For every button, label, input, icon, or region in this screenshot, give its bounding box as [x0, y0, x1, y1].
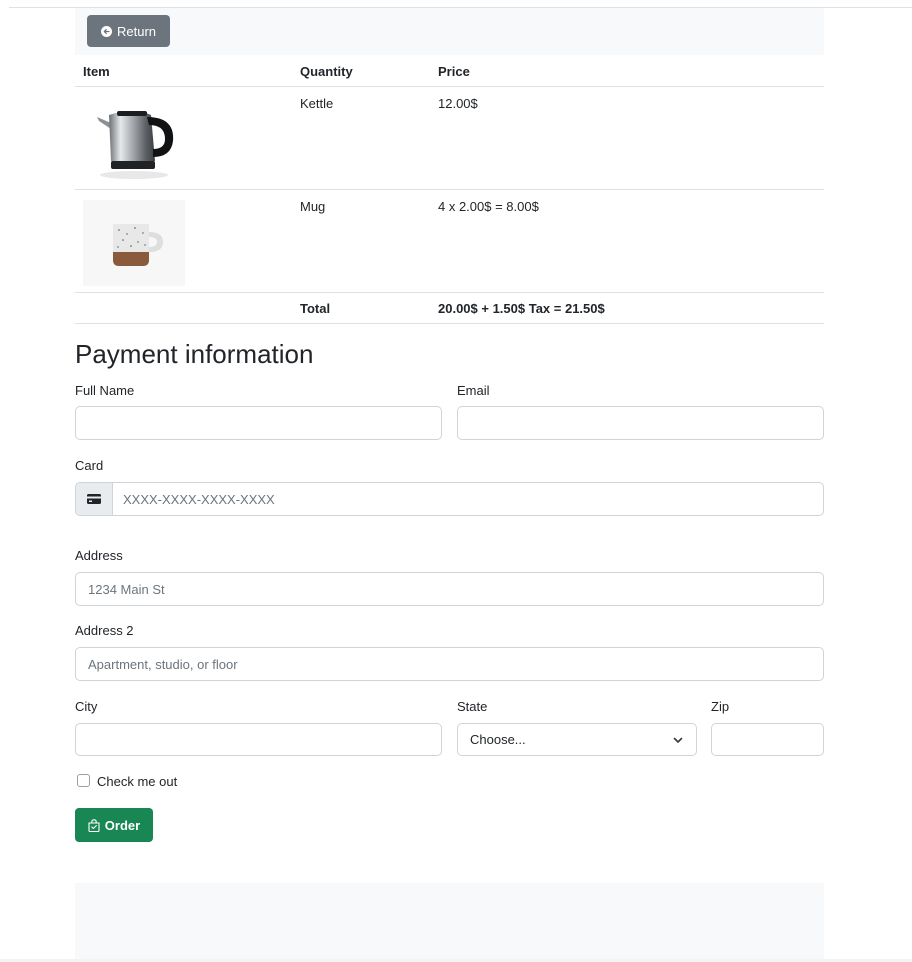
check-me-out-checkbox[interactable] [77, 774, 90, 787]
column-header-quantity: Quantity [300, 64, 353, 79]
email-label: Email [457, 383, 490, 398]
address-input[interactable] [75, 572, 824, 606]
table-divider [75, 292, 824, 293]
table-divider [75, 323, 824, 324]
total-label: Total [300, 301, 331, 316]
state-label: State [457, 699, 488, 714]
row-quantity: Kettle [300, 96, 334, 111]
header-bar [75, 8, 824, 55]
chevron-down-icon [673, 737, 683, 743]
state-select[interactable]: Choose... [457, 723, 697, 756]
column-header-price: Price [438, 64, 470, 79]
row-price: 4 x 2.00$ = 8.00$ [438, 199, 539, 214]
table-row: Kettle 12.00$ [75, 87, 824, 189]
address-label: Address [75, 548, 123, 563]
checkbox-label: Check me out [97, 774, 178, 789]
order-label: Order [104, 817, 141, 833]
row-quantity: Mug [300, 199, 326, 214]
total-value: 20.00$ + 1.50$ Tax = 21.50$ [438, 301, 605, 316]
return-button[interactable]: Return [87, 15, 170, 47]
bag-check-icon [88, 818, 100, 832]
address2-input[interactable] [75, 647, 824, 681]
footer-bar [75, 883, 824, 962]
card-input-group [75, 482, 824, 516]
address2-label: Address 2 [75, 623, 134, 638]
full-name-label: Full Name [75, 383, 135, 398]
kettle-image [97, 111, 174, 179]
email-input[interactable] [457, 406, 824, 440]
zip-label: Zip [711, 699, 730, 714]
row-price: 12.00$ [438, 96, 478, 111]
page-title: Payment information [75, 339, 314, 369]
city-input[interactable] [75, 723, 442, 756]
state-selected-value: Choose... [470, 732, 526, 747]
table-row: Mug 4 x 2.00$ = 8.00$ [75, 190, 824, 292]
return-label: Return [116, 23, 157, 39]
city-label: City [75, 699, 98, 714]
mug-image [83, 200, 185, 286]
credit-card-icon [75, 482, 113, 516]
card-number-input[interactable] [112, 482, 824, 516]
zip-input[interactable] [711, 723, 824, 756]
order-button[interactable]: Order [75, 808, 153, 842]
full-name-input[interactable] [75, 406, 442, 440]
column-header-item: Item [83, 64, 110, 79]
arrow-left-circle-icon [100, 25, 112, 37]
card-label: Card [75, 458, 104, 473]
